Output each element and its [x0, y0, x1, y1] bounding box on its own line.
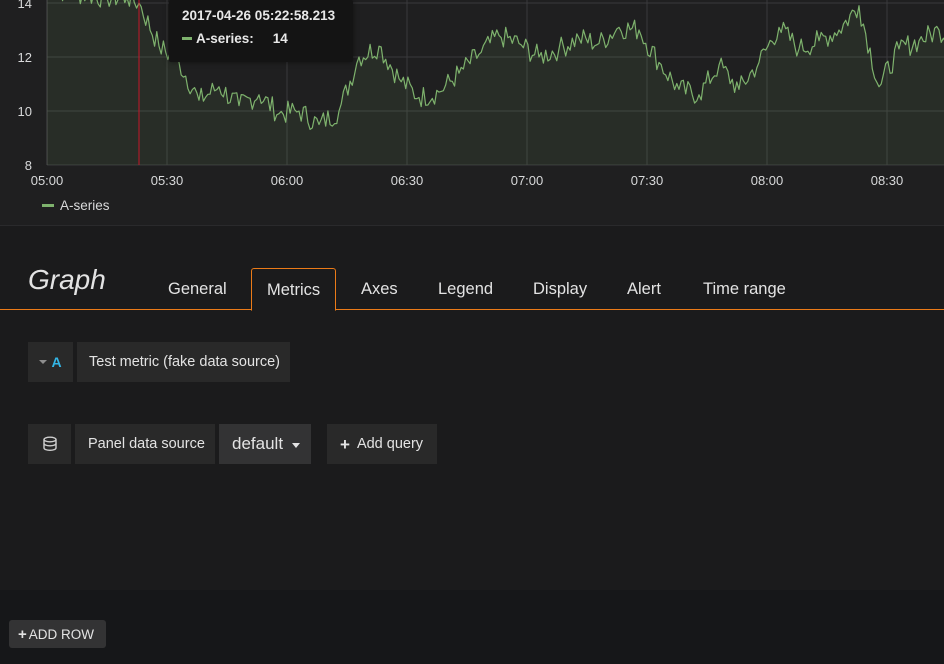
- database-icon: [42, 436, 57, 452]
- legend-label[interactable]: A-series: [60, 198, 110, 213]
- x-tick-label: 06:00: [271, 173, 304, 188]
- tab-alert[interactable]: Alert: [627, 280, 661, 299]
- tooltip-value: 14: [272, 31, 288, 46]
- tooltip-series-label: A-series:: [196, 31, 254, 46]
- add-row-button[interactable]: + ADD ROW: [9, 620, 106, 648]
- tab-general[interactable]: General: [168, 280, 227, 299]
- chevron-down-icon: [292, 443, 301, 448]
- graph-panel: 8 10 12 14 05:00 05:30 06:00 06:30 07:00 07:30 08:…: [0, 0, 944, 226]
- tab-time-range[interactable]: Time range: [703, 280, 786, 299]
- x-tick-label: 07:00: [511, 173, 544, 188]
- hover-tooltip: 2017-04-26 05:22:58.213 A-series: 14: [169, 0, 353, 62]
- query-description[interactable]: Test metric (fake data source): [77, 342, 290, 382]
- x-tick-label: 05:30: [151, 173, 184, 188]
- y-tick-label: 14: [18, 0, 32, 11]
- time-series-chart[interactable]: 8 10 12 14 05:00 05:30 06:00 06:30 07:00 07:30 08:…: [0, 0, 944, 226]
- panel-editor: Graph General Metrics Axes Legend Displa…: [0, 226, 944, 590]
- caret-down-icon: [39, 360, 48, 364]
- x-tick-label: 06:30: [391, 173, 424, 188]
- y-tick-label: 10: [18, 104, 32, 119]
- add-row-label: ADD ROW: [28, 626, 95, 642]
- y-tick-label: 8: [25, 158, 32, 173]
- query-ref-id: A: [51, 354, 62, 370]
- tooltip-row: A-series: 14: [182, 31, 340, 46]
- tab-metrics[interactable]: Metrics: [251, 268, 337, 311]
- legend-item-a-series[interactable]: A-series: [42, 198, 110, 213]
- query-collapse-toggle[interactable]: A: [28, 342, 73, 382]
- plus-icon: +: [340, 434, 350, 454]
- datasource-select[interactable]: default: [219, 424, 311, 464]
- tab-legend[interactable]: Legend: [438, 280, 493, 299]
- add-query-label: Add query: [356, 436, 424, 452]
- editor-header: Graph General Metrics Axes Legend Displa…: [0, 226, 944, 311]
- x-tick-label: 05:00: [31, 173, 64, 188]
- datasource-icon-box: [28, 424, 71, 464]
- editor-title: Graph: [28, 264, 106, 295]
- plus-icon: +: [18, 625, 27, 643]
- datasource-label: Panel data source: [75, 424, 215, 464]
- x-tick-label: 08:30: [871, 173, 904, 188]
- x-tick-label: 08:00: [751, 173, 784, 188]
- y-tick-label: 12: [18, 50, 32, 65]
- tooltip-timestamp: 2017-04-26 05:22:58.213: [182, 8, 336, 23]
- x-tick-label: 07:30: [631, 173, 664, 188]
- tab-display[interactable]: Display: [533, 280, 587, 299]
- datasource-value: default: [232, 434, 284, 453]
- add-query-button[interactable]: + Add query: [327, 424, 437, 464]
- tab-axes[interactable]: Axes: [361, 280, 398, 299]
- legend-swatch: [42, 204, 54, 207]
- dashboard-bottom-bar: + ADD ROW: [0, 590, 944, 664]
- tooltip-series-swatch: [182, 37, 192, 40]
